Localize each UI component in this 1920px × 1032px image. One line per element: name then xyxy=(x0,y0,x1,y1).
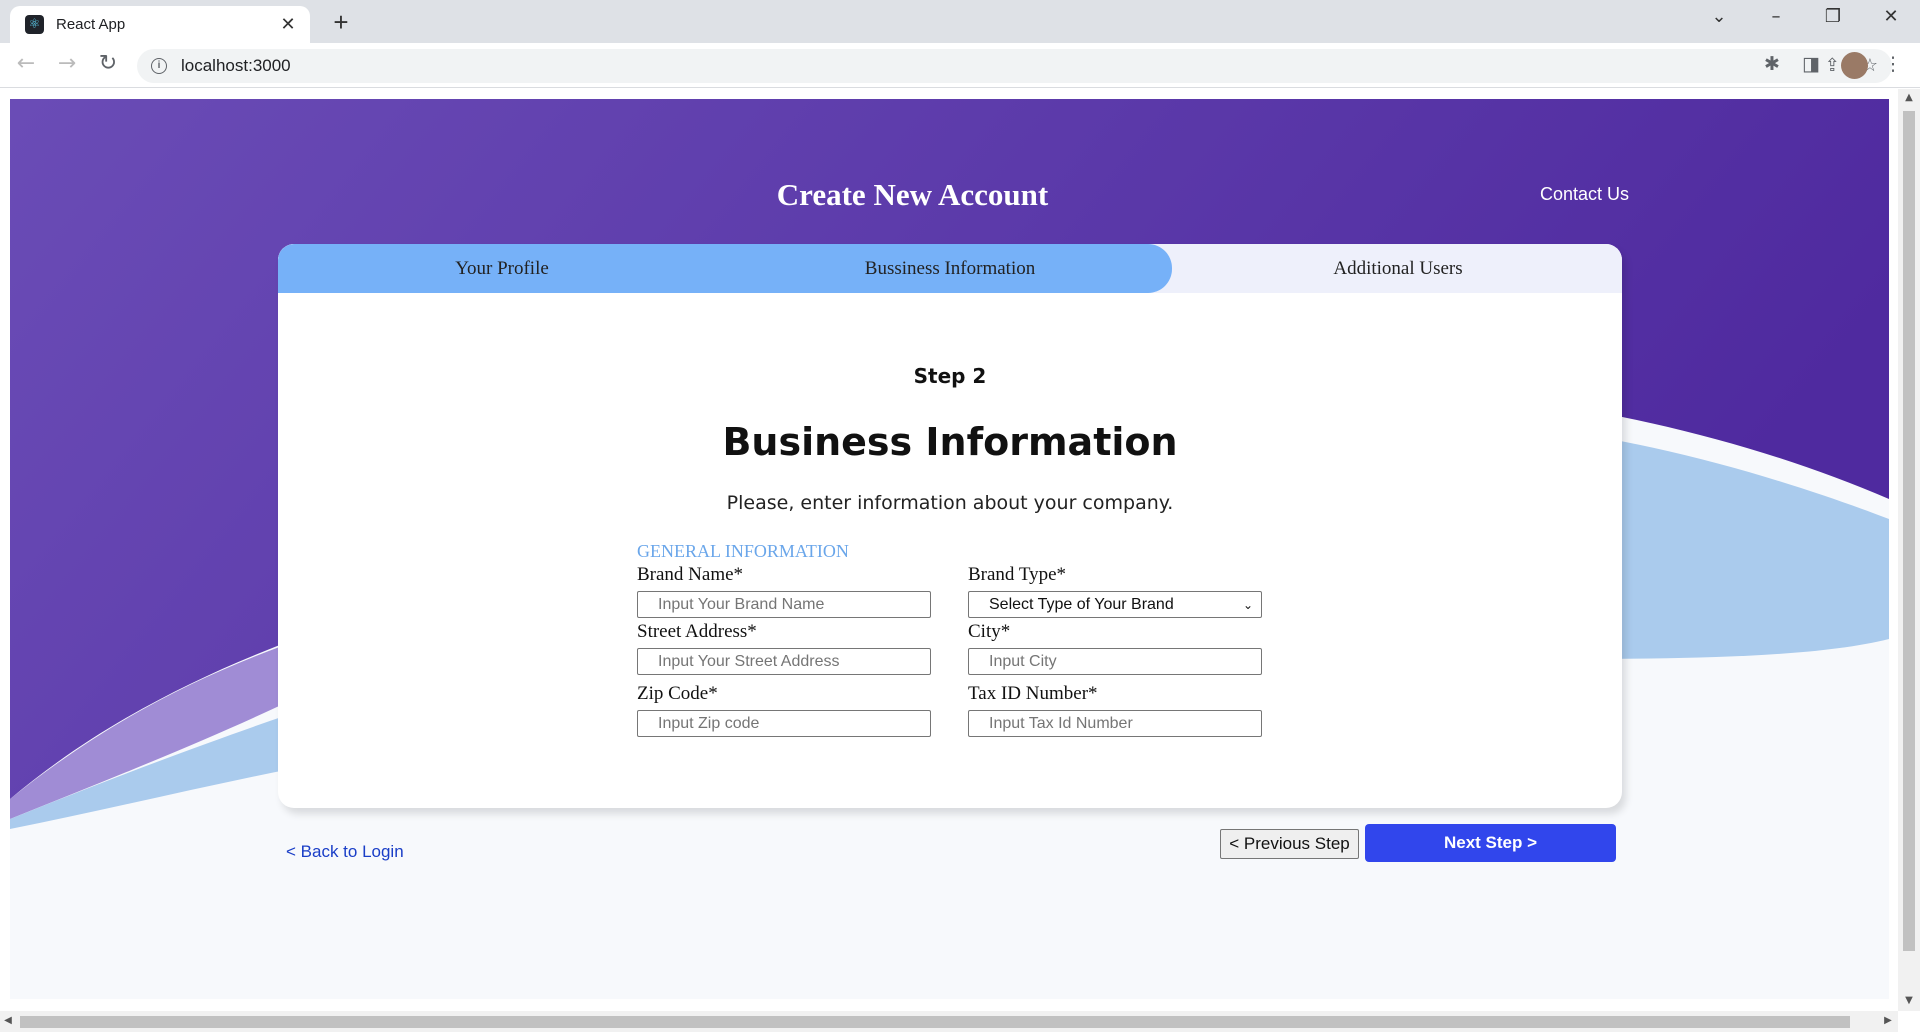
new-tab-icon[interactable]: + xyxy=(326,7,356,38)
back-to-login-link[interactable]: < Back to Login xyxy=(286,842,404,862)
brand-name-label: Brand Name* xyxy=(637,564,744,585)
close-window-icon[interactable]: ✕ xyxy=(1876,6,1906,27)
form-heading: Business Information xyxy=(722,420,1178,464)
url-text: localhost:3000 xyxy=(181,56,291,75)
forward-icon[interactable]: → xyxy=(53,51,81,76)
vertical-scrollbar[interactable]: ▲ ▼ xyxy=(1898,89,1920,1011)
address-bar[interactable]: i localhost:3000 ⇪ ☆ xyxy=(137,49,1892,83)
horizontal-scrollbar[interactable]: ◀ ▶ xyxy=(0,1011,1898,1032)
tax-id-input[interactable] xyxy=(968,710,1262,737)
section-title: GENERAL INFORMATION xyxy=(637,541,849,561)
page-viewport: Create New Account Contact Us Your Profi… xyxy=(0,89,1920,1032)
signup-page: Create New Account Contact Us Your Profi… xyxy=(10,99,1889,999)
browser-tab[interactable]: ⚛ React App ✕ xyxy=(10,6,310,43)
side-panel-icon[interactable]: ◨ xyxy=(1798,53,1824,75)
tab-additional-users[interactable]: Additional Users xyxy=(1174,244,1622,293)
profile-avatar[interactable] xyxy=(1841,52,1868,79)
site-info-icon[interactable]: i xyxy=(151,58,167,74)
form-subtitle: Please, enter information about your com… xyxy=(726,492,1174,514)
tab-business-information[interactable]: Bussiness Information xyxy=(726,244,1174,293)
vertical-scroll-thumb[interactable] xyxy=(1903,111,1915,951)
brand-name-input[interactable] xyxy=(637,591,931,618)
zip-code-label: Zip Code* xyxy=(637,683,718,704)
share-icon[interactable]: ⇪ xyxy=(1825,55,1840,76)
back-icon[interactable]: ← xyxy=(12,51,40,76)
street-address-label: Street Address* xyxy=(637,621,757,642)
tab-your-profile[interactable]: Your Profile xyxy=(278,244,726,293)
zip-code-input[interactable] xyxy=(637,710,931,737)
tab-search-icon[interactable]: ⌄ xyxy=(1704,6,1734,27)
brand-type-select[interactable]: Select Type of Your Brand ⌄ xyxy=(968,591,1262,618)
chevron-down-icon: ⌄ xyxy=(1242,597,1253,612)
form-card: Your Profile Bussiness Information Addit… xyxy=(278,244,1622,808)
brand-type-label: Brand Type* xyxy=(968,564,1067,585)
react-logo-icon: ⚛ xyxy=(25,15,44,34)
restore-icon[interactable]: ❐ xyxy=(1818,6,1848,27)
tab-title: React App xyxy=(56,16,126,33)
scroll-down-icon[interactable]: ▼ xyxy=(1898,995,1920,1006)
previous-step-button[interactable]: < Previous Step xyxy=(1220,829,1359,859)
next-step-button[interactable]: Next Step > xyxy=(1365,824,1616,862)
scroll-right-icon[interactable]: ▶ xyxy=(1880,1015,1896,1026)
minimize-icon[interactable]: – xyxy=(1761,6,1791,27)
scroll-up-icon[interactable]: ▲ xyxy=(1898,92,1920,103)
extensions-icon[interactable]: ✱ xyxy=(1759,53,1785,75)
horizontal-scroll-thumb[interactable] xyxy=(20,1016,1850,1028)
brand-type-selected: Select Type of Your Brand xyxy=(989,595,1174,613)
scroll-left-icon[interactable]: ◀ xyxy=(0,1015,16,1026)
contact-us-link[interactable]: Contact Us xyxy=(1540,184,1629,205)
menu-dots-icon[interactable]: ⋮ xyxy=(1880,53,1906,75)
city-label: City* xyxy=(968,621,1011,642)
step-number: Step 2 xyxy=(913,364,987,388)
browser-toolbar: ← → ↻ i localhost:3000 ⇪ ☆ ✱ ◨ ⋮ xyxy=(0,43,1920,88)
city-input[interactable] xyxy=(968,648,1262,675)
close-tab-icon[interactable]: ✕ xyxy=(278,14,298,35)
tax-id-label: Tax ID Number* xyxy=(968,683,1098,704)
step-tabs: Your Profile Bussiness Information Addit… xyxy=(278,244,1622,293)
reload-icon[interactable]: ↻ xyxy=(94,51,122,76)
browser-tab-strip: ⚛ React App ✕ + ⌄ – ❐ ✕ xyxy=(0,0,1920,43)
street-address-input[interactable] xyxy=(637,648,931,675)
